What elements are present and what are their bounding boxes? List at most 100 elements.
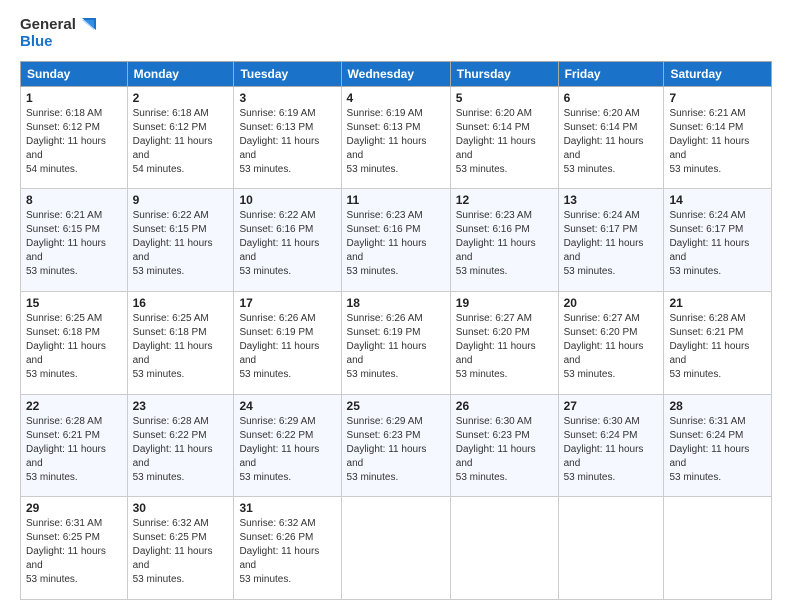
calendar-day-cell: 4 Sunrise: 6:19 AMSunset: 6:13 PMDayligh… [341,86,450,189]
calendar-day-cell [450,497,558,600]
day-detail: Sunrise: 6:21 AMSunset: 6:14 PMDaylight:… [669,108,749,175]
calendar-day-cell: 23 Sunrise: 6:28 AMSunset: 6:22 PMDaylig… [127,394,234,497]
calendar-day-cell: 25 Sunrise: 6:29 AMSunset: 6:23 PMDaylig… [341,394,450,497]
calendar-day-cell: 5 Sunrise: 6:20 AMSunset: 6:14 PMDayligh… [450,86,558,189]
day-detail: Sunrise: 6:24 AMSunset: 6:17 PMDaylight:… [669,210,749,277]
calendar-day-cell: 2 Sunrise: 6:18 AMSunset: 6:12 PMDayligh… [127,86,234,189]
calendar-day-cell: 18 Sunrise: 6:26 AMSunset: 6:19 PMDaylig… [341,291,450,394]
day-detail: Sunrise: 6:25 AMSunset: 6:18 PMDaylight:… [26,313,106,380]
header: General Blue [20,16,772,51]
calendar-header-cell: Friday [558,61,664,86]
calendar-day-cell [664,497,772,600]
day-number: 29 [26,501,122,515]
calendar-header-cell: Saturday [664,61,772,86]
logo-triangle-icon [78,16,96,34]
day-detail: Sunrise: 6:19 AMSunset: 6:13 PMDaylight:… [347,108,427,175]
calendar-body: 1 Sunrise: 6:18 AMSunset: 6:12 PMDayligh… [21,86,772,600]
calendar-day-cell [341,497,450,600]
day-number: 19 [456,296,553,310]
calendar-header-cell: Wednesday [341,61,450,86]
day-number: 18 [347,296,445,310]
day-detail: Sunrise: 6:26 AMSunset: 6:19 PMDaylight:… [347,313,427,380]
calendar-day-cell: 8 Sunrise: 6:21 AMSunset: 6:15 PMDayligh… [21,189,128,292]
calendar-day-cell: 13 Sunrise: 6:24 AMSunset: 6:17 PMDaylig… [558,189,664,292]
calendar-day-cell: 9 Sunrise: 6:22 AMSunset: 6:15 PMDayligh… [127,189,234,292]
day-detail: Sunrise: 6:27 AMSunset: 6:20 PMDaylight:… [456,313,536,380]
day-detail: Sunrise: 6:28 AMSunset: 6:21 PMDaylight:… [669,313,749,380]
day-number: 21 [669,296,766,310]
day-number: 3 [239,91,335,105]
calendar-table: SundayMondayTuesdayWednesdayThursdayFrid… [20,61,772,601]
calendar-week-row: 29 Sunrise: 6:31 AMSunset: 6:25 PMDaylig… [21,497,772,600]
day-detail: Sunrise: 6:32 AMSunset: 6:25 PMDaylight:… [133,518,213,585]
day-number: 11 [347,193,445,207]
day-detail: Sunrise: 6:31 AMSunset: 6:25 PMDaylight:… [26,518,106,585]
day-detail: Sunrise: 6:23 AMSunset: 6:16 PMDaylight:… [347,210,427,277]
calendar-week-row: 15 Sunrise: 6:25 AMSunset: 6:18 PMDaylig… [21,291,772,394]
day-number: 25 [347,399,445,413]
day-number: 13 [564,193,659,207]
logo-text: General Blue [20,16,96,51]
day-number: 26 [456,399,553,413]
calendar-day-cell: 20 Sunrise: 6:27 AMSunset: 6:20 PMDaylig… [558,291,664,394]
day-detail: Sunrise: 6:27 AMSunset: 6:20 PMDaylight:… [564,313,644,380]
calendar-week-row: 8 Sunrise: 6:21 AMSunset: 6:15 PMDayligh… [21,189,772,292]
day-number: 31 [239,501,335,515]
day-number: 20 [564,296,659,310]
day-detail: Sunrise: 6:25 AMSunset: 6:18 PMDaylight:… [133,313,213,380]
calendar-day-cell: 7 Sunrise: 6:21 AMSunset: 6:14 PMDayligh… [664,86,772,189]
calendar-header-cell: Tuesday [234,61,341,86]
logo-general: General [20,17,76,34]
calendar-header-cell: Thursday [450,61,558,86]
logo: General Blue [20,16,96,51]
day-number: 27 [564,399,659,413]
day-detail: Sunrise: 6:23 AMSunset: 6:16 PMDaylight:… [456,210,536,277]
calendar-day-cell: 6 Sunrise: 6:20 AMSunset: 6:14 PMDayligh… [558,86,664,189]
day-detail: Sunrise: 6:29 AMSunset: 6:22 PMDaylight:… [239,416,319,483]
calendar-week-row: 22 Sunrise: 6:28 AMSunset: 6:21 PMDaylig… [21,394,772,497]
calendar-day-cell: 3 Sunrise: 6:19 AMSunset: 6:13 PMDayligh… [234,86,341,189]
day-number: 8 [26,193,122,207]
day-detail: Sunrise: 6:30 AMSunset: 6:24 PMDaylight:… [564,416,644,483]
day-number: 7 [669,91,766,105]
page: General Blue SundayMondayTuesdayWednesda… [0,0,792,612]
day-detail: Sunrise: 6:28 AMSunset: 6:21 PMDaylight:… [26,416,106,483]
calendar-day-cell: 27 Sunrise: 6:30 AMSunset: 6:24 PMDaylig… [558,394,664,497]
day-number: 9 [133,193,229,207]
day-detail: Sunrise: 6:20 AMSunset: 6:14 PMDaylight:… [456,108,536,175]
day-detail: Sunrise: 6:31 AMSunset: 6:24 PMDaylight:… [669,416,749,483]
day-number: 22 [26,399,122,413]
day-number: 4 [347,91,445,105]
day-number: 12 [456,193,553,207]
calendar-day-cell: 24 Sunrise: 6:29 AMSunset: 6:22 PMDaylig… [234,394,341,497]
day-detail: Sunrise: 6:28 AMSunset: 6:22 PMDaylight:… [133,416,213,483]
calendar-day-cell: 28 Sunrise: 6:31 AMSunset: 6:24 PMDaylig… [664,394,772,497]
calendar-day-cell: 17 Sunrise: 6:26 AMSunset: 6:19 PMDaylig… [234,291,341,394]
calendar-header-row: SundayMondayTuesdayWednesdayThursdayFrid… [21,61,772,86]
calendar-day-cell: 21 Sunrise: 6:28 AMSunset: 6:21 PMDaylig… [664,291,772,394]
logo-blue: Blue [20,34,96,51]
day-detail: Sunrise: 6:22 AMSunset: 6:15 PMDaylight:… [133,210,213,277]
day-number: 28 [669,399,766,413]
calendar-day-cell [558,497,664,600]
day-detail: Sunrise: 6:29 AMSunset: 6:23 PMDaylight:… [347,416,427,483]
calendar-day-cell: 22 Sunrise: 6:28 AMSunset: 6:21 PMDaylig… [21,394,128,497]
day-number: 24 [239,399,335,413]
calendar-header-cell: Sunday [21,61,128,86]
day-number: 23 [133,399,229,413]
calendar-header-cell: Monday [127,61,234,86]
day-detail: Sunrise: 6:21 AMSunset: 6:15 PMDaylight:… [26,210,106,277]
calendar-day-cell: 11 Sunrise: 6:23 AMSunset: 6:16 PMDaylig… [341,189,450,292]
calendar-day-cell: 14 Sunrise: 6:24 AMSunset: 6:17 PMDaylig… [664,189,772,292]
calendar-day-cell: 1 Sunrise: 6:18 AMSunset: 6:12 PMDayligh… [21,86,128,189]
day-number: 2 [133,91,229,105]
calendar-day-cell: 30 Sunrise: 6:32 AMSunset: 6:25 PMDaylig… [127,497,234,600]
day-number: 5 [456,91,553,105]
day-detail: Sunrise: 6:18 AMSunset: 6:12 PMDaylight:… [133,108,213,175]
day-number: 15 [26,296,122,310]
day-number: 10 [239,193,335,207]
day-detail: Sunrise: 6:26 AMSunset: 6:19 PMDaylight:… [239,313,319,380]
calendar-day-cell: 10 Sunrise: 6:22 AMSunset: 6:16 PMDaylig… [234,189,341,292]
day-number: 1 [26,91,122,105]
day-detail: Sunrise: 6:24 AMSunset: 6:17 PMDaylight:… [564,210,644,277]
